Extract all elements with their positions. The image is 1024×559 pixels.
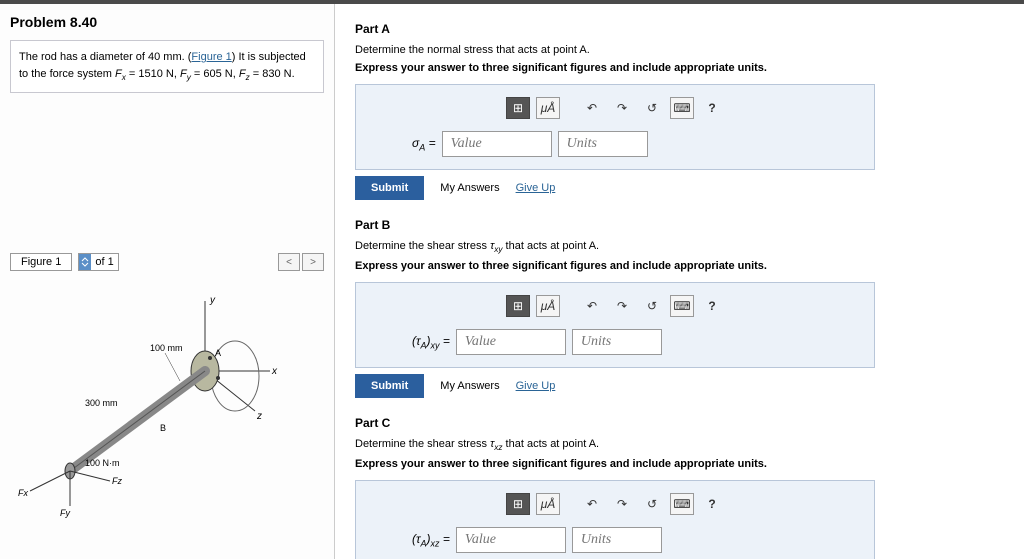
svg-text:100 mm: 100 mm <box>150 343 183 353</box>
part-b-answer-box: ⊞ μÅ ↶ ↷ ↺ ⌨ ? (τA)xy = <box>355 282 875 368</box>
eq-label-c: (τA)xz = <box>412 532 450 548</box>
part-a-answer-box: ⊞ μÅ ↶ ↷ ↺ ⌨ ? σA = <box>355 84 875 170</box>
undo-button[interactable]: ↶ <box>580 97 604 119</box>
part-a-value-input[interactable] <box>442 131 552 157</box>
svg-text:y: y <box>209 295 216 306</box>
figure-diagram: y x z A 100 mm 300 mm B 100 N·m Fx <box>10 281 310 521</box>
reset-button[interactable]: ↺ <box>640 97 664 119</box>
part-b-desc: Determine the shear stress τxy that acts… <box>355 240 1004 254</box>
svg-text:A: A <box>215 348 221 358</box>
svg-text:Fz: Fz <box>112 476 122 486</box>
next-figure-button[interactable]: > <box>302 253 324 271</box>
part-a-giveup-link[interactable]: Give Up <box>516 182 556 194</box>
part-b-submit-button[interactable]: Submit <box>355 374 424 398</box>
help-button[interactable]: ? <box>700 295 724 317</box>
part-a-units-input[interactable] <box>558 131 648 157</box>
figure-number: Figure 1 <box>10 253 72 271</box>
part-a-submit-button[interactable]: Submit <box>355 176 424 200</box>
keyboard-button[interactable]: ⌨ <box>670 295 694 317</box>
template-button[interactable]: ⊞ <box>506 295 530 317</box>
part-b-instr: Express your answer to three significant… <box>355 260 1004 272</box>
part-c-desc: Determine the shear stress τxz that acts… <box>355 438 1004 452</box>
svg-text:B: B <box>160 423 166 433</box>
reset-button[interactable]: ↺ <box>640 493 664 515</box>
undo-button[interactable]: ↶ <box>580 295 604 317</box>
eq-label-b: (τA)xy = <box>412 334 450 350</box>
redo-button[interactable]: ↷ <box>610 295 634 317</box>
part-a-instr: Express your answer to three significant… <box>355 62 1004 74</box>
part-c-units-input[interactable] <box>572 527 662 553</box>
my-answers-label: My Answers <box>440 182 499 194</box>
part-b-units-input[interactable] <box>572 329 662 355</box>
part-a-title: Part A <box>355 22 1004 36</box>
undo-button[interactable]: ↶ <box>580 493 604 515</box>
redo-button[interactable]: ↷ <box>610 97 634 119</box>
my-answers-label: My Answers <box>440 380 499 392</box>
symbol-button[interactable]: μÅ <box>536 295 560 317</box>
svg-text:Fx: Fx <box>18 488 28 498</box>
redo-button[interactable]: ↷ <box>610 493 634 515</box>
prev-figure-button[interactable]: < <box>278 253 300 271</box>
svg-text:300 mm: 300 mm <box>85 398 118 408</box>
svg-text:100 N·m: 100 N·m <box>85 458 120 468</box>
part-c-instr: Express your answer to three significant… <box>355 458 1004 470</box>
keyboard-button[interactable]: ⌨ <box>670 97 694 119</box>
svg-text:z: z <box>256 411 262 422</box>
stepper-arrows-icon[interactable] <box>79 254 91 270</box>
template-button[interactable]: ⊞ <box>506 97 530 119</box>
figure-stepper[interactable]: of 1 <box>78 253 118 271</box>
svg-text:x: x <box>271 366 278 377</box>
symbol-button[interactable]: μÅ <box>536 493 560 515</box>
template-button[interactable]: ⊞ <box>506 493 530 515</box>
part-b-title: Part B <box>355 218 1004 232</box>
part-b-giveup-link[interactable]: Give Up <box>516 380 556 392</box>
problem-title: Problem 8.40 <box>10 14 324 30</box>
reset-button[interactable]: ↺ <box>640 295 664 317</box>
eq-label-a: σA = <box>412 136 436 152</box>
keyboard-button[interactable]: ⌨ <box>670 493 694 515</box>
help-button[interactable]: ? <box>700 493 724 515</box>
part-c-answer-box: ⊞ μÅ ↶ ↷ ↺ ⌨ ? (τA)xz = <box>355 480 875 559</box>
svg-text:Fy: Fy <box>60 508 70 518</box>
symbol-button[interactable]: μÅ <box>536 97 560 119</box>
problem-statement: The rod has a diameter of 40 mm. (Figure… <box>10 40 324 93</box>
figure-link[interactable]: Figure 1 <box>191 51 231 63</box>
part-c-title: Part C <box>355 416 1004 430</box>
part-b-value-input[interactable] <box>456 329 566 355</box>
part-a-desc: Determine the normal stress that acts at… <box>355 44 1004 56</box>
part-c-value-input[interactable] <box>456 527 566 553</box>
help-button[interactable]: ? <box>700 97 724 119</box>
